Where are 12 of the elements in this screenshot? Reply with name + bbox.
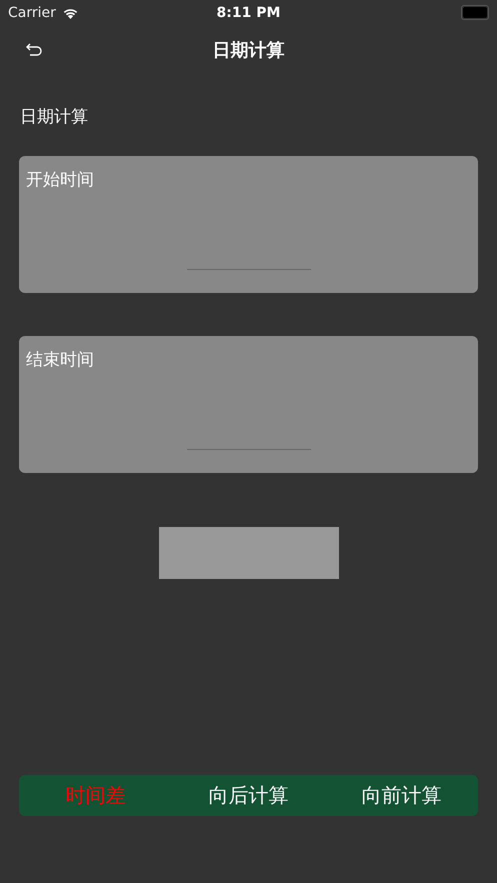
calculate-button[interactable] [158, 527, 338, 579]
back-icon [25, 42, 43, 58]
section-title: 日期计算 [20, 106, 89, 129]
tab[interactable]: 向后计算 [172, 778, 325, 813]
status-time: 8:11 PM [216, 4, 280, 20]
battery-icon [461, 5, 489, 20]
carrier-label: Carrier [8, 4, 56, 20]
card-label: 结束时间 [26, 349, 94, 371]
tab[interactable]: 向前计算 [325, 778, 478, 813]
card-label: 开始时间 [26, 169, 94, 191]
nav-title: 日期计算 [212, 39, 284, 62]
wifi-icon [62, 6, 79, 18]
